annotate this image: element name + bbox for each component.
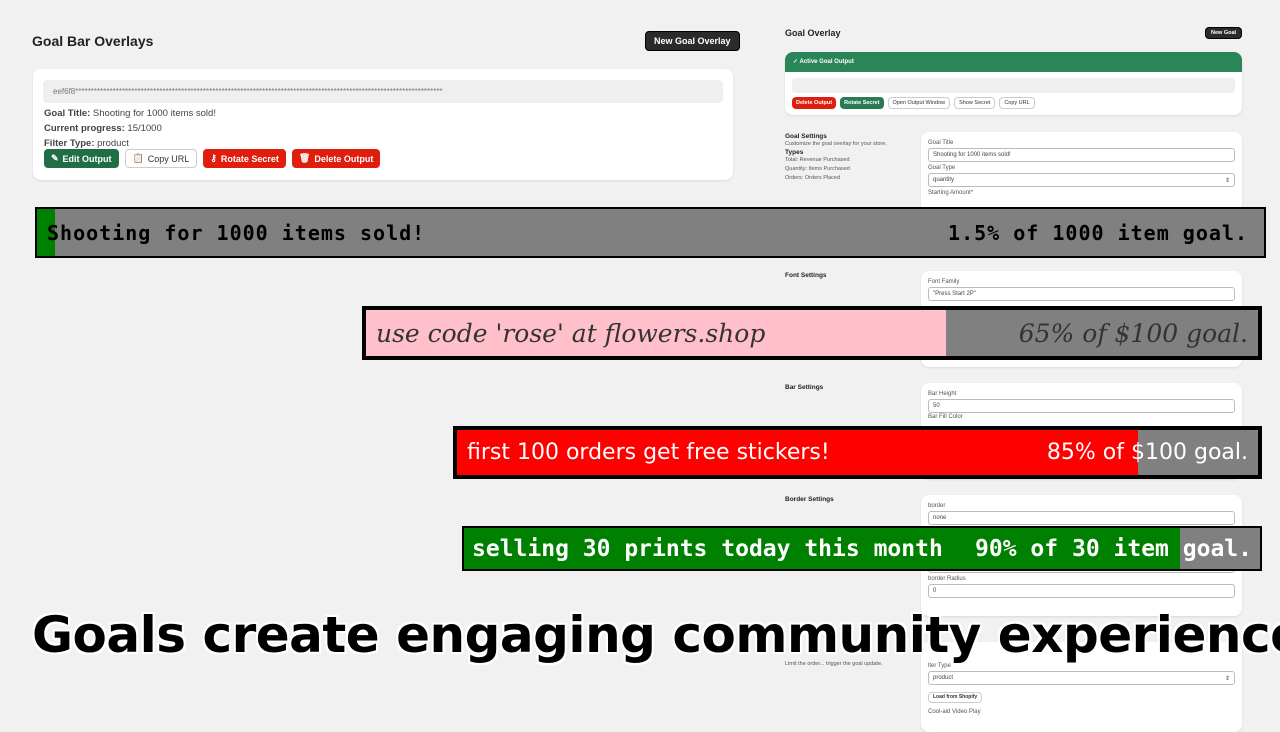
progress-label: Current progress: [44, 123, 125, 134]
delete-output-button-right[interactable]: Delete Output [792, 97, 837, 109]
goal-title-input[interactable]: Shooting for 1000 items sold! [928, 148, 1235, 162]
goal-bar-right-text: 1.5% of 1000 item goal. [948, 220, 1248, 245]
load-from-shopify-button[interactable]: Load from Shopify [928, 691, 983, 703]
product-item[interactable]: Cool-aid Video Play [928, 709, 1235, 715]
goal-title-label: Goal Title [928, 140, 954, 146]
goal-bar-right-text: 85% of $100 goal. [1046, 440, 1248, 465]
bar-fill-color-label: Bar Fill Color [928, 414, 963, 420]
goal-bar-pixel: Shooting for 1000 items sold! 1.5% of 10… [35, 207, 1266, 258]
new-goal-button[interactable]: New Goal [1205, 27, 1243, 39]
show-secret-button[interactable]: Show Secret [954, 97, 996, 109]
goal-type-value: quantity [933, 177, 955, 183]
goal-bar-handwritten: use code 'rose' at flowers.shop 65% of $… [362, 306, 1262, 360]
delete-output-label: Delete Output [314, 153, 374, 164]
font-family-label: Font Family [928, 279, 960, 285]
select-arrows-icon: ⇕ [1224, 676, 1230, 682]
goal-settings-desc: Customize the goal overlay for your stor… [785, 141, 887, 147]
type-item: Total: Revenue Purchased [785, 157, 850, 163]
goal-bar-left-text: selling 30 prints today this month [472, 535, 943, 562]
filter-value: product [97, 138, 129, 149]
border-label: border [928, 503, 946, 509]
output-info: Goal Title: Shooting for 1000 items sold… [44, 106, 216, 151]
filter-type-select[interactable]: product ⇕ [928, 671, 1235, 685]
goal-bar-right-text: 90% of 30 item goal. [975, 535, 1252, 562]
edit-output-label: Edit Output [62, 153, 112, 164]
rotate-secret-label: Rotate Secret [220, 153, 279, 164]
border-settings-title: Border Settings [785, 496, 834, 503]
goal-bar-left-text: first 100 orders get free stickers! [467, 440, 830, 465]
types-title: Types [785, 149, 804, 156]
border-input[interactable]: none [928, 511, 1235, 525]
active-output-header[interactable]: ✓ Active Goal Output [785, 52, 1242, 72]
bar-settings-title: Bar Settings [785, 384, 824, 391]
secret-field[interactable]: eef6f8**********************************… [43, 80, 723, 103]
goal-type-select[interactable]: quantity ⇕ [928, 173, 1235, 187]
type-item: Quantity: Items Purchased [785, 166, 850, 172]
goal-bar-right-text: 65% of $100 goal. [1018, 318, 1248, 348]
goal-title-value: Shooting for 1000 items sold! [92, 108, 216, 119]
clipboard-icon: 📋 [132, 153, 144, 163]
goal-bar-green: selling 30 prints today this month 90% o… [462, 526, 1262, 571]
open-output-window-button[interactable]: Open Output Window [887, 97, 951, 109]
copy-url-button-right[interactable]: Copy URL [999, 97, 1035, 109]
starting-amount-label: Starting Amount* [928, 190, 974, 196]
rotate-secret-button[interactable]: ⚷ Rotate Secret [203, 149, 286, 168]
bar-height-input[interactable]: 50 [928, 399, 1235, 413]
active-output-actions: Delete Output Rotate Secret Open Output … [792, 97, 1235, 109]
goal-settings-card: Goal Title Shooting for 1000 items sold!… [921, 132, 1242, 212]
goal-bar-left-text: Shooting for 1000 items sold! [47, 220, 426, 245]
goal-title-label: Goal Title: [44, 108, 91, 119]
goal-bar-left-text: use code 'rose' at flowers.shop [376, 318, 766, 348]
border-radius-input[interactable]: 0 [928, 584, 1235, 598]
trash-icon: 🗑 [298, 153, 311, 163]
edit-output-button[interactable]: ✎ Edit Output [44, 149, 119, 168]
output-card: eef6f8**********************************… [33, 69, 733, 180]
new-goal-overlay-button[interactable]: New Goal Overlay [645, 31, 740, 51]
secret-field-right[interactable] [792, 78, 1235, 93]
filter-label: Filter Type: [44, 138, 95, 149]
goal-settings-info: Goal Settings Customize the goal overlay… [785, 133, 920, 183]
output-actions: ✎ Edit Output 📋 Copy URL ⚷ Rotate Secret 🗑 D… [44, 149, 381, 168]
goal-settings-title: Goal Settings [785, 133, 827, 140]
goal-bar-red: first 100 orders get free stickers! 85% … [453, 426, 1262, 479]
goal-overlay-title: Goal Overlay [785, 28, 841, 38]
pencil-icon: ✎ [51, 153, 59, 163]
bar-height-label: Bar Height [928, 391, 957, 397]
filter-type-value: product [933, 675, 954, 681]
delete-output-button[interactable]: 🗑 Delete Output [291, 149, 381, 168]
border-radius-label: border Radius [928, 576, 966, 582]
progress-value: 15/1000 [127, 123, 162, 134]
key-icon: ⚷ [210, 153, 217, 163]
select-arrows-icon: ⇕ [1224, 178, 1230, 184]
font-family-input[interactable]: "Press Start 2P" [928, 287, 1235, 301]
copy-url-label: Copy URL [147, 153, 190, 164]
copy-url-button[interactable]: 📋 Copy URL [124, 149, 198, 168]
marketing-caption: Goals create engaging community experien… [32, 606, 1280, 664]
page-title: Goal Bar Overlays [32, 33, 154, 49]
rotate-secret-button-right[interactable]: Rotate Secret [840, 97, 884, 109]
active-output-label: Active Goal Output [799, 59, 854, 65]
type-item: Orders: Orders Placed [785, 175, 841, 181]
font-settings-title: Font Settings [785, 272, 827, 279]
goal-type-label: Goal Type [928, 165, 956, 171]
active-output-card: ✓ Active Goal Output Delete Output Rotat… [785, 52, 1242, 115]
